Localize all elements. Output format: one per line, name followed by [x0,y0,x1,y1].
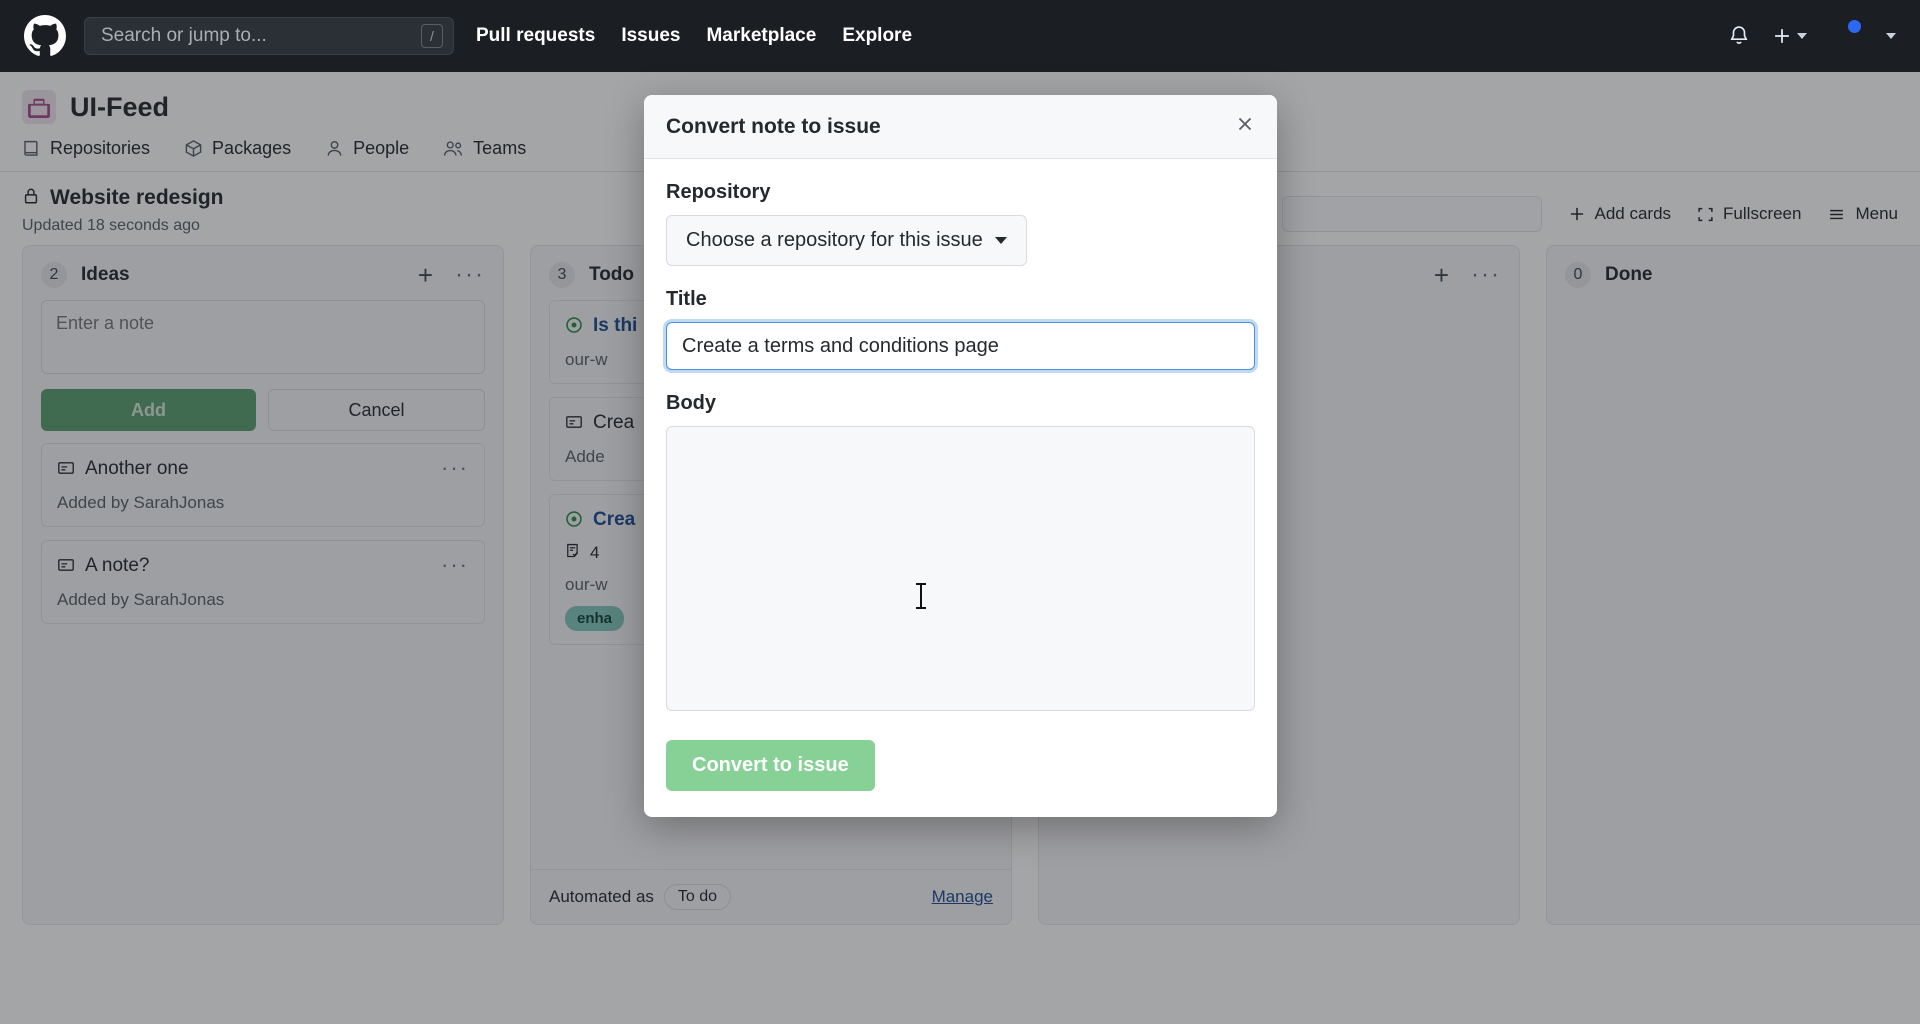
body-textarea[interactable] [666,426,1255,711]
dialog-body: Repository Choose a repository for this … [644,159,1277,817]
nav-issues[interactable]: Issues [621,25,680,47]
repository-label: Repository [666,181,771,203]
chevron-down-icon [1797,33,1807,39]
search-placeholder: Search or jump to... [101,25,267,46]
header-actions [1728,18,1896,51]
global-nav: Pull requests Issues Marketplace Explore [476,25,912,47]
status-dot [1846,18,1863,35]
dialog-header: Convert note to issue [644,95,1277,159]
global-header: Search or jump to... / Pull requests Iss… [0,0,1920,72]
nav-marketplace[interactable]: Marketplace [706,25,816,47]
screen: Search or jump to... / Pull requests Iss… [0,0,1920,1024]
account-chevron-down-icon[interactable] [1886,33,1896,39]
title-label: Title [666,288,707,310]
convert-note-to-issue-dialog: Convert note to issue Repository Choose … [644,95,1277,817]
title-input[interactable] [666,322,1255,370]
plus-icon[interactable] [1772,26,1807,46]
nav-explore[interactable]: Explore [842,25,912,47]
repository-select-value: Choose a repository for this issue [686,229,983,251]
github-mark-icon[interactable] [24,15,66,57]
text-cursor-icon [915,583,927,609]
close-icon[interactable] [1235,114,1255,139]
dialog-title: Convert note to issue [666,114,881,138]
search-shortcut-badge: / [421,24,443,48]
body-label: Body [666,392,716,414]
convert-to-issue-button[interactable]: Convert to issue [666,740,875,791]
chevron-down-icon [994,237,1007,244]
bell-icon[interactable] [1728,25,1750,47]
nav-pull-requests[interactable]: Pull requests [476,25,595,47]
repository-select[interactable]: Choose a repository for this issue [666,215,1027,266]
avatar[interactable] [1829,18,1863,51]
search-input[interactable]: Search or jump to... / [84,17,454,55]
